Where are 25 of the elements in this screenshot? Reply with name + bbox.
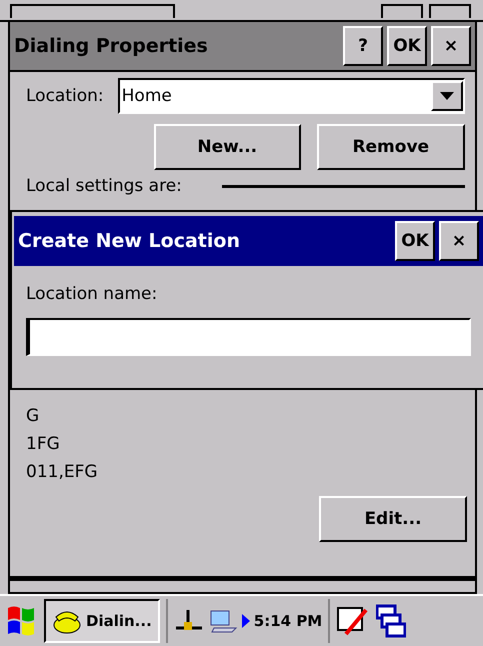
location-name-label: Location name: bbox=[26, 284, 158, 304]
close-button[interactable]: × bbox=[439, 221, 479, 261]
window-title: Dialing Properties bbox=[14, 35, 209, 57]
location-label: Location: bbox=[26, 86, 104, 106]
dialog-title: Create New Location bbox=[18, 230, 241, 252]
remove-button[interactable]: Remove bbox=[316, 124, 465, 170]
location-name-field[interactable] bbox=[26, 318, 471, 356]
windows-icon[interactable] bbox=[376, 604, 406, 638]
new-button[interactable]: New... bbox=[154, 124, 301, 170]
help-button[interactable]: ? bbox=[343, 26, 383, 66]
input-panel-icon[interactable] bbox=[336, 604, 370, 638]
close-button[interactable]: × bbox=[431, 26, 471, 66]
ok-button[interactable]: OK bbox=[395, 221, 435, 261]
expand-arrow-icon[interactable] bbox=[242, 614, 250, 628]
computer-icon[interactable] bbox=[208, 608, 238, 634]
location-dropdown[interactable]: Home bbox=[118, 78, 465, 114]
ok-button[interactable]: OK bbox=[387, 26, 427, 66]
dropdown-arrow-icon bbox=[440, 92, 454, 100]
local-settings-label: Local settings are: bbox=[26, 176, 182, 196]
dialing-pattern-text: G bbox=[26, 405, 40, 428]
dialing-task-button[interactable]: Dialin... bbox=[44, 599, 160, 643]
edit-button[interactable]: Edit... bbox=[319, 496, 467, 542]
dialing-pattern-text: 1FG bbox=[26, 433, 60, 456]
dialing-pattern-text: 011,EFG bbox=[26, 461, 98, 484]
clock-text: 5:14 PM bbox=[254, 612, 322, 630]
